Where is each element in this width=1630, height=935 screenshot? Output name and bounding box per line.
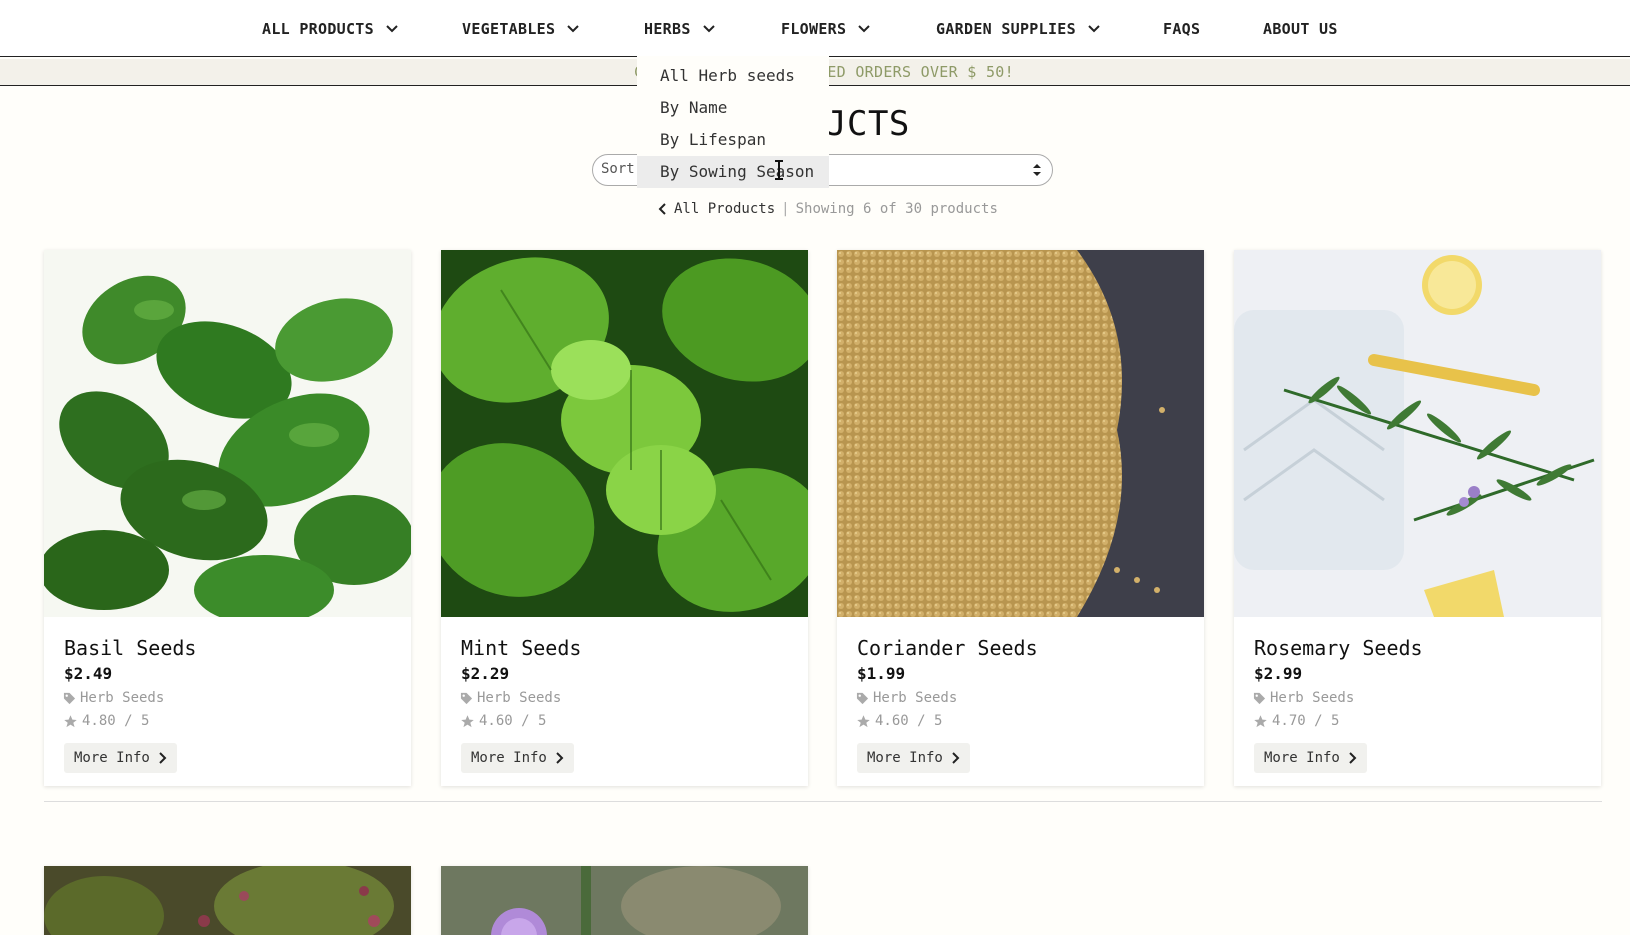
button-label: More Info — [867, 750, 943, 766]
tag-icon — [63, 692, 76, 704]
product-category: Herb Seeds — [856, 690, 957, 706]
rating-value: 4.80 / 5 — [82, 713, 150, 729]
row-divider — [44, 801, 1602, 802]
star-icon — [461, 714, 474, 727]
top-navigation: ALL PRODUCTS VEGETABLES HERBS FLOWERS GA… — [0, 0, 1630, 57]
nav-label: VEGETABLES — [462, 20, 556, 38]
nav-about-us[interactable]: ABOUT US — [1263, 18, 1338, 40]
nav-label: ALL PRODUCTS — [262, 20, 374, 38]
chevron-down-icon — [567, 25, 580, 33]
product-image[interactable] — [837, 250, 1204, 617]
product-price: $2.99 — [1254, 664, 1303, 683]
button-label: More Info — [1264, 750, 1340, 766]
product-category: Herb Seeds — [63, 690, 164, 706]
rating-value: 4.60 / 5 — [479, 713, 547, 729]
chevron-down-icon — [702, 25, 715, 33]
category-label: Herb Seeds — [1270, 690, 1355, 706]
product-image[interactable] — [1234, 250, 1601, 617]
page-title: JCTS — [826, 104, 910, 144]
banner-text: EED ORDERS OVER $ 50! — [818, 63, 1014, 81]
category-label: Herb Seeds — [477, 690, 562, 706]
product-card-basil: Basil Seeds $2.49 Herb Seeds 4.80 / 5 Mo… — [44, 250, 411, 786]
nav-faqs[interactable]: FAQS — [1163, 18, 1200, 40]
category-label: Herb Seeds — [873, 690, 958, 706]
product-rating: 4.60 / 5 — [856, 713, 942, 729]
product-image[interactable] — [44, 250, 411, 617]
category-label: Herb Seeds — [80, 690, 165, 706]
chevron-down-icon — [1088, 25, 1100, 33]
chevron-down-icon — [386, 25, 398, 33]
star-icon — [857, 714, 870, 727]
tag-icon — [460, 692, 473, 704]
herbs-dropdown-menu: All Herb seeds By Name By Lifespan By So… — [637, 56, 829, 188]
chevron-right-icon — [556, 752, 564, 764]
product-name[interactable]: Rosemary Seeds — [1254, 636, 1423, 660]
nav-label: ABOUT US — [1263, 20, 1338, 38]
button-label: More Info — [74, 750, 150, 766]
text-cursor-icon — [775, 160, 783, 180]
product-category: Herb Seeds — [460, 690, 561, 706]
product-rating: 4.80 / 5 — [63, 713, 149, 729]
product-card-mint: Mint Seeds $2.29 Herb Seeds 4.60 / 5 Mor… — [441, 250, 808, 786]
nav-flowers[interactable]: FLOWERS — [781, 18, 872, 40]
more-info-button[interactable]: More Info — [64, 743, 177, 773]
rating-value: 4.70 / 5 — [1272, 713, 1340, 729]
sort-label: Sort — [601, 161, 635, 177]
product-category: Herb Seeds — [1253, 690, 1354, 706]
product-name[interactable]: Coriander Seeds — [857, 636, 1038, 660]
product-price: $1.99 — [857, 664, 906, 683]
tag-icon — [856, 692, 869, 704]
product-card-partial[interactable] — [44, 866, 411, 935]
breadcrumb: All Products | Showing 6 of 30 products — [658, 201, 998, 217]
nav-garden-supplies[interactable]: GARDEN SUPPLIES — [936, 18, 1102, 40]
product-rating: 4.60 / 5 — [460, 713, 546, 729]
more-info-button[interactable]: More Info — [857, 743, 970, 773]
menu-item-by-name[interactable]: By Name — [637, 92, 829, 124]
sort-arrows-icon — [1033, 164, 1041, 176]
breadcrumb-separator: | — [781, 201, 790, 217]
star-icon — [1254, 714, 1267, 727]
nav-label: FAQS — [1163, 20, 1201, 38]
nav-vegetables[interactable]: VEGETABLES — [462, 18, 581, 40]
menu-item-all-herb-seeds[interactable]: All Herb seeds — [637, 60, 829, 92]
nav-label: HERBS — [644, 20, 691, 38]
product-image[interactable] — [441, 250, 808, 617]
product-price: $2.29 — [461, 664, 510, 683]
star-icon — [64, 714, 77, 727]
chevron-right-icon — [1349, 752, 1357, 764]
menu-item-by-sowing-season[interactable]: By Sowing Season — [637, 156, 829, 188]
more-info-button[interactable]: More Info — [1254, 743, 1367, 773]
product-card-coriander: Coriander Seeds $1.99 Herb Seeds 4.60 / … — [837, 250, 1204, 786]
nav-label: FLOWERS — [781, 20, 847, 38]
product-name[interactable]: Mint Seeds — [461, 636, 581, 660]
product-price: $2.49 — [64, 664, 113, 683]
rating-value: 4.60 / 5 — [875, 713, 943, 729]
nav-label: GARDEN SUPPLIES — [936, 20, 1076, 38]
chevron-right-icon — [159, 752, 167, 764]
nav-herbs[interactable]: HERBS — [644, 18, 717, 40]
product-card-rosemary: Rosemary Seeds $2.99 Herb Seeds 4.70 / 5… — [1234, 250, 1601, 786]
back-to-all-products-link[interactable]: All Products — [658, 201, 775, 217]
button-label: More Info — [471, 750, 547, 766]
nav-all-products[interactable]: ALL PRODUCTS — [262, 18, 400, 40]
product-count: Showing 6 of 30 products — [795, 201, 998, 217]
product-rating: 4.70 / 5 — [1253, 713, 1339, 729]
more-info-button[interactable]: More Info — [461, 743, 574, 773]
chevron-down-icon — [858, 25, 871, 33]
product-name[interactable]: Basil Seeds — [64, 636, 196, 660]
back-link-label: All Products — [674, 201, 776, 217]
chevron-left-icon — [658, 203, 666, 215]
tag-icon — [1253, 692, 1266, 704]
product-card-partial[interactable] — [441, 866, 808, 935]
menu-item-by-lifespan[interactable]: By Lifespan — [637, 124, 829, 156]
chevron-right-icon — [952, 752, 960, 764]
